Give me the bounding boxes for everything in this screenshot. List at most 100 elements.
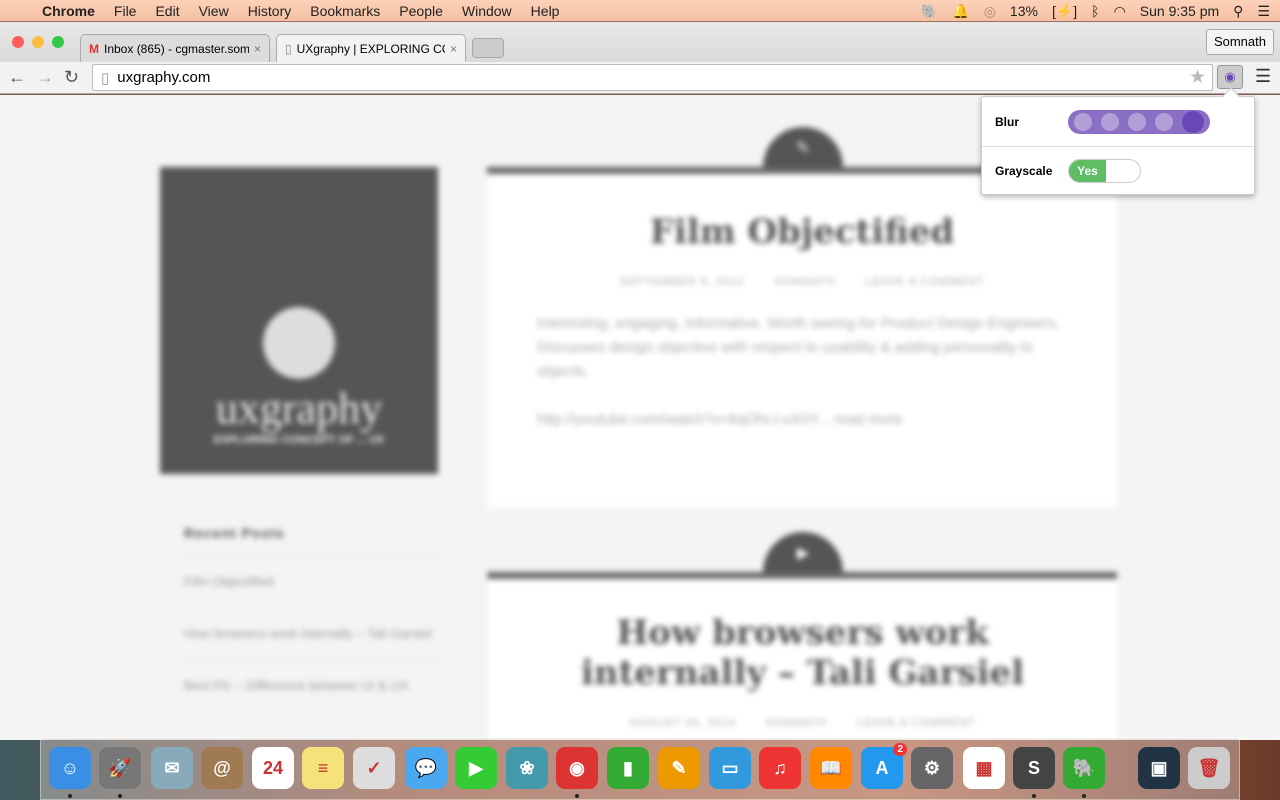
dock-mail-icon[interactable]: ✉: [151, 747, 193, 789]
blur-level-dot[interactable]: [1101, 113, 1120, 131]
blur-extension-button[interactable]: ◉: [1217, 65, 1243, 89]
reload-icon[interactable]: ↻: [64, 67, 79, 88]
wifi-icon[interactable]: ◠: [1114, 3, 1126, 20]
dock-trash-icon[interactable]: 🗑: [1188, 747, 1230, 789]
menu-window[interactable]: Window: [462, 3, 512, 19]
post-card: Film Objectified September 8, 2014 Somnat…: [487, 167, 1117, 507]
spotlight-search-icon[interactable]: ⚲: [1233, 3, 1243, 20]
post-title[interactable]: Film Objectified: [527, 212, 1077, 252]
menu-edit[interactable]: Edit: [155, 3, 179, 19]
post-comments-link[interactable]: Leave a comment: [857, 717, 976, 729]
post-author[interactable]: Somnath: [774, 276, 835, 288]
page-icon: ▯: [285, 41, 292, 56]
post-date[interactable]: September 8, 2014: [620, 276, 745, 288]
dock-reminders-icon[interactable]: ✓: [353, 747, 395, 789]
evernote-status-icon[interactable]: 🐘: [921, 3, 938, 20]
menu-bookmarks[interactable]: Bookmarks: [310, 3, 380, 19]
address-bar[interactable]: ▯ uxgraphy.com ★: [92, 64, 1213, 91]
dock-launchpad-icon[interactable]: 🚀: [99, 747, 141, 789]
profile-button[interactable]: Somnath: [1205, 29, 1274, 55]
forward-icon[interactable]: →: [36, 67, 54, 88]
blur-level-dot[interactable]: [1181, 111, 1204, 133]
close-tab-icon[interactable]: ×: [450, 42, 457, 56]
post-comments-link[interactable]: Leave a comment: [866, 276, 985, 288]
minimize-window-button[interactable]: [32, 36, 44, 48]
menu-bar: Chrome File Edit View History Bookmarks …: [0, 0, 1280, 22]
page-icon: ▯: [101, 69, 110, 87]
dock-slack-icon[interactable]: ▦: [963, 747, 1005, 789]
chrome-menu-icon[interactable]: ☰: [1255, 66, 1271, 87]
blur-level-dot[interactable]: [1127, 113, 1146, 131]
dock-keynote-icon[interactable]: ▭: [709, 747, 751, 789]
dock-itunes-icon[interactable]: ♫: [759, 747, 801, 789]
extension-popup: Blur Grayscale Yes: [981, 87, 1255, 195]
toolbar: ← → ↻ ▯ uxgraphy.com ★ ◉ ☰: [0, 62, 1280, 94]
dock-facetime-icon[interactable]: ▶: [455, 747, 497, 789]
blur-level-dot[interactable]: [1154, 113, 1173, 131]
battery-percent[interactable]: 13%: [1010, 3, 1038, 19]
recent-post-link[interactable]: How browsers work internally – Tali Gars…: [184, 608, 439, 660]
blur-level-dot[interactable]: [1074, 113, 1093, 131]
running-indicator: [1032, 794, 1036, 798]
post-author[interactable]: Somnath: [766, 717, 827, 729]
close-window-button[interactable]: [12, 36, 24, 48]
maximize-window-button[interactable]: [52, 36, 64, 48]
tab-uxgraphy[interactable]: ▯ UXgraphy | EXPLORING CC ×: [276, 34, 466, 62]
menu-help[interactable]: Help: [531, 3, 560, 19]
menu-file[interactable]: File: [114, 3, 137, 19]
new-tab-button[interactable]: [472, 38, 504, 58]
avatar: [263, 307, 335, 379]
logo-tagline: EXPLORING CONCEPT OF ... UX: [213, 434, 385, 446]
dock-system-preferences-icon[interactable]: ⚙: [911, 747, 953, 789]
menu-people[interactable]: People: [399, 3, 443, 19]
bookmark-star-icon[interactable]: ★: [1189, 66, 1206, 89]
dock-pages-icon[interactable]: ✎: [658, 747, 700, 789]
dock-ibooks-icon[interactable]: 📖: [810, 747, 852, 789]
gmail-icon: M: [89, 41, 99, 56]
dock-messages-icon[interactable]: 💬: [405, 747, 447, 789]
back-icon[interactable]: ←: [8, 67, 26, 88]
dock-app-store-icon[interactable]: A2: [861, 743, 907, 789]
post-date[interactable]: August 26, 2014: [629, 717, 736, 729]
dock-contacts-icon[interactable]: @: [201, 747, 243, 789]
dock-calendar-icon[interactable]: 24: [252, 747, 294, 789]
widget-heading: Recent Posts: [184, 525, 439, 556]
dock-photos-icon[interactable]: ❀: [506, 747, 548, 789]
menu-view[interactable]: View: [199, 3, 229, 19]
battery-charging-icon[interactable]: [⚡]: [1052, 3, 1077, 20]
dock-chrome-icon[interactable]: ◉: [556, 747, 598, 789]
video-icon: ▶: [763, 532, 843, 572]
address-text[interactable]: uxgraphy.com: [117, 69, 210, 86]
dock-movie-file-icon[interactable]: ▣: [1138, 747, 1180, 789]
toggle-value: Yes: [1069, 160, 1106, 182]
recent-post-link[interactable]: Film Objectified: [184, 556, 439, 608]
close-tab-icon[interactable]: ×: [254, 42, 261, 56]
grayscale-toggle[interactable]: Yes: [1068, 159, 1141, 183]
sync-icon[interactable]: ◎: [984, 3, 996, 20]
dock-finder-icon[interactable]: ☺: [49, 747, 91, 789]
post-format-icon: ✎: [763, 127, 843, 167]
dock-sublime-text-icon[interactable]: S: [1013, 747, 1055, 789]
blur-slider[interactable]: [1068, 110, 1210, 134]
menu-history[interactable]: History: [248, 3, 292, 19]
grayscale-label: Grayscale: [995, 164, 1053, 178]
bluetooth-icon[interactable]: ᛒ: [1091, 3, 1099, 19]
tab-inbox[interactable]: M Inbox (865) - cgmaster.som ×: [80, 34, 270, 62]
dock-numbers-icon[interactable]: ▮: [607, 747, 649, 789]
dock-evernote-icon[interactable]: 🐘: [1063, 747, 1105, 789]
clock[interactable]: Sun 9:35 pm: [1140, 3, 1219, 19]
running-indicator: [575, 794, 579, 798]
blur-label: Blur: [995, 115, 1019, 129]
eye-icon: ◉: [1224, 69, 1236, 84]
post-excerpt: Interesting, engaging, informative. Wort…: [537, 315, 1060, 380]
menu-app-name[interactable]: Chrome: [42, 3, 95, 19]
logo-name: uxgraphy: [215, 384, 383, 433]
running-indicator: [68, 794, 72, 798]
post-title[interactable]: How browsers work internally – Tali Gars…: [528, 613, 1077, 693]
notification-center-icon[interactable]: ☰: [1257, 3, 1270, 20]
read-more-link[interactable]: http://youtube.com/watch?v=6qOhLt-uX0Y..…: [537, 408, 1067, 432]
dock-notes-icon[interactable]: ≡: [302, 747, 344, 789]
notification-bell-icon[interactable]: 🔔: [952, 3, 969, 20]
site-logo[interactable]: uxgraphy EXPLORING CONCEPT OF ... UX: [160, 167, 438, 474]
recent-post-link[interactable]: Best Pic – Difference between UI & UX: [184, 660, 439, 712]
